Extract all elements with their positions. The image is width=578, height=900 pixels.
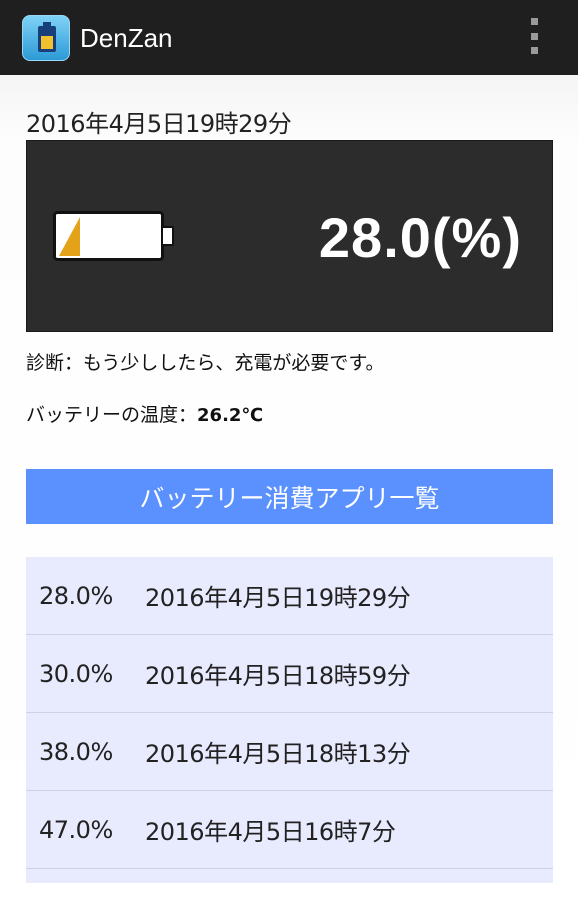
history-percent: 30.0% <box>39 659 113 688</box>
history-percent: 28.0% <box>39 581 113 610</box>
battery-percentage: 28.0(%) <box>318 206 522 269</box>
list-item[interactable]: 38.0% 2016年4月5日18時13分 <box>26 713 553 791</box>
battery-level-icon <box>53 211 174 261</box>
battery-apps-list-button[interactable]: バッテリー消費アプリ一覧 <box>26 469 553 524</box>
app-title: DenZan <box>80 23 173 53</box>
history-time: 2016年4月5日18時59分 <box>145 662 411 690</box>
list-item[interactable]: 28.0% 2016年4月5日19時29分 <box>26 557 553 635</box>
overflow-menu-icon[interactable] <box>522 16 546 56</box>
history-time: 2016年4月5日18時13分 <box>145 740 411 768</box>
history-time: 2016年4月5日19時29分 <box>145 584 411 612</box>
temperature-label: バッテリーの温度： <box>26 404 198 426</box>
battery-history-list: 28.0% 2016年4月5日19時29分 30.0% 2016年4月5日18時… <box>26 557 553 883</box>
history-percent: 47.0% <box>39 815 113 844</box>
history-time: 2016年4月5日16時7分 <box>145 818 396 846</box>
battery-status-panel: 28.0(%) <box>26 140 553 332</box>
list-item[interactable]: 30.0% 2016年4月5日18時59分 <box>26 635 553 713</box>
app-screen: DenZan 2016年4月5日19時29分 28.0(%) 診断：もう少しした… <box>0 0 578 900</box>
diagnosis-text: 診断：もう少ししたら、充電が必要です。 <box>26 352 385 374</box>
temperature-value: 26.2℃ <box>197 405 264 426</box>
battery-app-icon[interactable] <box>22 15 70 61</box>
temperature-row: バッテリーの温度：26.2℃ <box>26 400 263 427</box>
measurement-timestamp: 2016年4月5日19時29分 <box>26 110 292 138</box>
action-bar: DenZan <box>0 0 578 75</box>
list-item[interactable]: 47.0% 2016年4月5日16時7分 <box>26 791 553 869</box>
history-percent: 38.0% <box>39 737 113 766</box>
